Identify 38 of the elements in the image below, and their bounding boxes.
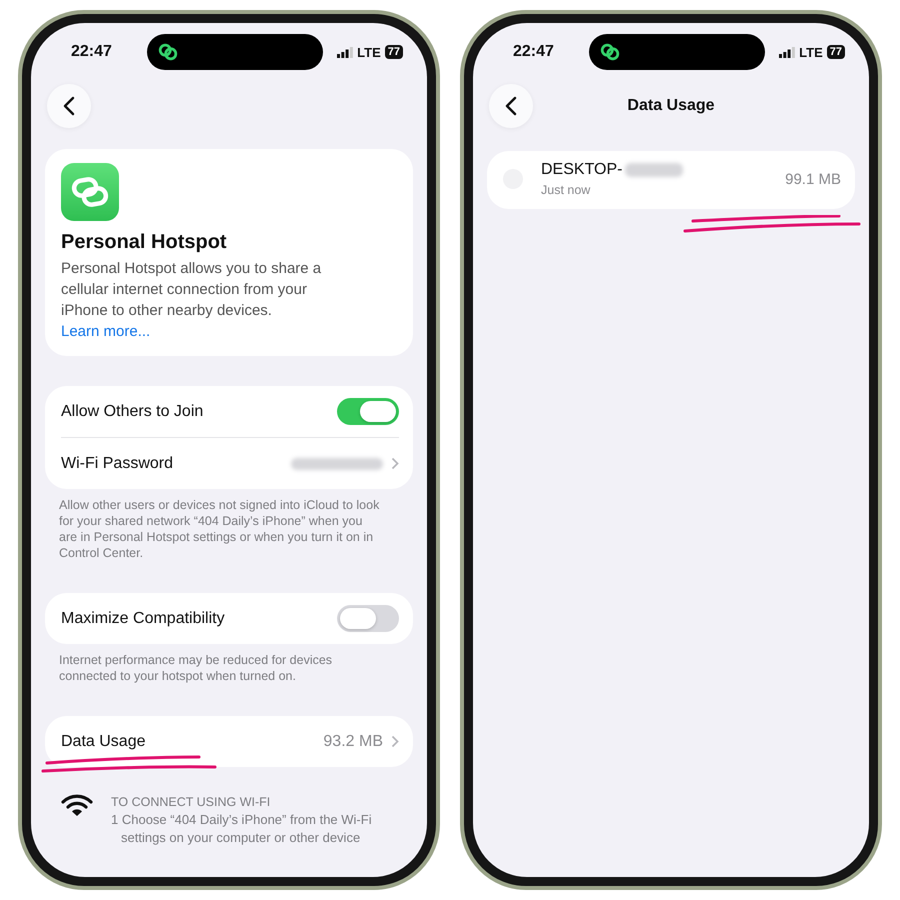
link-icon: [157, 41, 179, 63]
device-time: Just now: [541, 183, 592, 197]
row-label: Wi-Fi Password: [61, 454, 174, 472]
status-time: 22:47: [71, 43, 113, 61]
battery-level: 77: [384, 45, 403, 59]
screen-title: Data Usage: [627, 97, 715, 115]
group-footer: Internet performance may be reduced for devices connected to your hotspot when turned on.: [59, 652, 383, 684]
instruction-text: settings on your computer or other device: [120, 829, 362, 847]
chevron-icon[interactable]: [391, 735, 399, 748]
row-label: Data Usage: [61, 732, 146, 750]
toggle-switch[interactable]: [337, 605, 399, 632]
back-button[interactable]: [489, 84, 533, 128]
network-type: LTE: [799, 44, 823, 60]
device-name: DESKTOP-: [541, 161, 622, 179]
group-footer: Allow other users or devices not signed into iCloud to look for your shared network “404 Daily’s iPhone” when you are in Personal Hotspot settings or when you turn it on in Control Center.: [59, 497, 383, 561]
status-time: 22:47: [513, 43, 555, 61]
back-chevron-icon: [505, 96, 517, 116]
link-icon: [599, 41, 621, 63]
blurred-value: [624, 163, 682, 177]
back-button[interactable]: [47, 84, 91, 128]
hotspot-app-icon: [61, 163, 119, 221]
instruction-text: 1 Choose “404 Daily’s iPhone” from the Wi-Fi: [111, 811, 372, 829]
signal-icon: [779, 46, 796, 58]
back-chevron-icon: [63, 96, 75, 116]
chevron-icon[interactable]: [391, 457, 399, 470]
description: Personal Hotspot allows you to share a cellular internet connection from your iPhone to other nearby devices. Learn more...: [61, 258, 357, 342]
row-label: Allow Others to Join: [61, 402, 204, 420]
page-title: Personal Hotspot: [61, 231, 228, 254]
row-value: 93.2 MB: [323, 732, 383, 750]
toggle-switch[interactable]: [337, 398, 399, 425]
network-type: LTE: [357, 44, 381, 60]
learn-more-link[interactable]: Learn more...: [61, 321, 357, 342]
section-heading: TO CONNECT USING WI-FI: [111, 794, 272, 811]
row-label: Maximize Compatibility: [61, 610, 226, 628]
battery-level: 77: [826, 45, 845, 59]
signal-icon: [337, 46, 354, 58]
device-usage: 99.1 MB: [785, 170, 841, 188]
wifi-icon: [61, 793, 93, 817]
